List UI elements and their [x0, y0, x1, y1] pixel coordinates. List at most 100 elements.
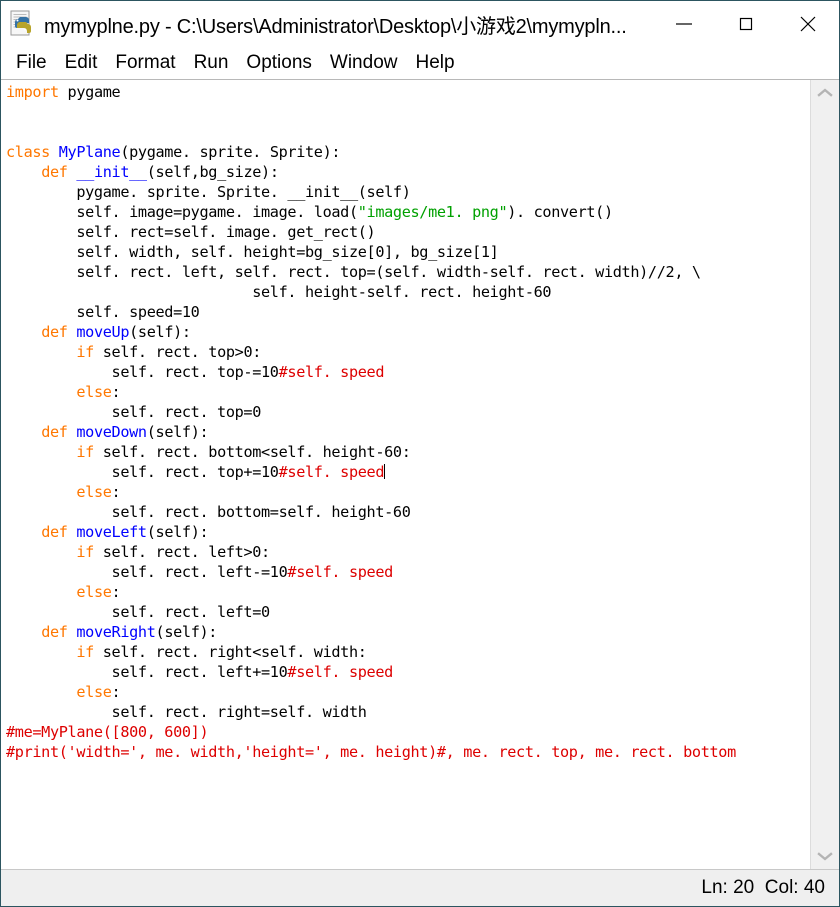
- code-token: self. rect. top>0:: [93, 343, 262, 361]
- code-line: self. rect. left-=10#self. speed: [6, 562, 810, 582]
- menu-item-options[interactable]: Options: [237, 47, 320, 79]
- vertical-scrollbar[interactable]: [810, 80, 839, 869]
- title-bar: mymyplne.py - C:\Users\Administrator\Des…: [1, 1, 839, 47]
- code-token: import: [6, 83, 59, 101]
- code-token: else: [76, 383, 112, 401]
- code-token: moveRight: [76, 623, 156, 641]
- code-token: (self,bg_size):: [146, 163, 279, 181]
- scrollbar-track[interactable]: [811, 106, 839, 843]
- code-token: self. speed=10: [6, 303, 200, 321]
- code-token: self. rect. left=0: [6, 603, 271, 621]
- code-token: self. rect. bottom=self. height-60: [6, 503, 411, 521]
- code-token: self. rect. left, self. rect. top=(self.…: [6, 263, 701, 281]
- code-token: moveUp: [76, 323, 130, 341]
- code-token: (self):: [146, 423, 209, 441]
- code-token: def: [41, 523, 77, 541]
- code-token: __init__: [76, 163, 147, 181]
- code-line: if self. rect. top>0:: [6, 342, 810, 362]
- code-line: def moveUp(self):: [6, 322, 810, 342]
- code-token: (self):: [155, 623, 218, 641]
- code-token: :: [111, 583, 121, 601]
- code-line: self. rect. left+=10#self. speed: [6, 662, 810, 682]
- code-token: self. rect. right<self. width:: [93, 643, 367, 661]
- code-token: moveLeft: [76, 523, 147, 541]
- source-code: import pygame class MyPlane(pygame. spri…: [6, 82, 810, 762]
- chevron-down-icon[interactable]: [811, 843, 839, 869]
- code-line: self. rect. left, self. rect. top=(self.…: [6, 262, 810, 282]
- menu-bar: File Edit Format Run Options Window Help: [1, 47, 839, 79]
- code-token: def: [41, 323, 77, 341]
- code-line: class MyPlane(pygame. sprite. Sprite):: [6, 142, 810, 162]
- menu-item-file[interactable]: File: [7, 47, 56, 79]
- code-token: if: [76, 343, 94, 361]
- minimize-button[interactable]: [653, 1, 715, 47]
- code-token: self. rect. top-=10: [6, 363, 279, 381]
- code-line: #print('width=', me. width,'height=', me…: [6, 742, 810, 762]
- code-line: def moveLeft(self):: [6, 522, 810, 542]
- python-file-icon: [6, 7, 40, 41]
- code-token: MyPlane: [58, 143, 121, 161]
- code-token: def: [41, 423, 77, 441]
- menu-item-window[interactable]: Window: [321, 47, 407, 79]
- code-token: self. image=pygame. image. load(: [6, 203, 358, 221]
- code-token: self. rect. left-=10: [6, 563, 288, 581]
- code-line: self. width, self. height=bg_size[0], bg…: [6, 242, 810, 262]
- code-token: else: [76, 483, 112, 501]
- maximize-button[interactable]: [715, 1, 777, 47]
- code-token: def: [41, 163, 77, 181]
- window-controls: [653, 1, 839, 47]
- code-line: def __init__(self,bg_size):: [6, 162, 810, 182]
- code-token: self. width, self. height=bg_size[0], bg…: [6, 243, 499, 261]
- code-token: if: [76, 543, 94, 561]
- code-token: pygame: [58, 83, 121, 101]
- code-token: (self):: [146, 523, 209, 541]
- code-line: else:: [6, 482, 810, 502]
- code-line: self. rect. top=0: [6, 402, 810, 422]
- editor-region: import pygame class MyPlane(pygame. spri…: [1, 79, 839, 869]
- chevron-up-icon[interactable]: [811, 80, 839, 106]
- code-line: self. rect. top+=10#self. speed: [6, 462, 810, 482]
- code-token: else: [76, 683, 112, 701]
- close-button[interactable]: [777, 1, 839, 47]
- code-token: class: [6, 143, 59, 161]
- code-token: self. rect. top+=10: [6, 463, 279, 481]
- menu-item-run[interactable]: Run: [185, 47, 238, 79]
- code-token: "images/me1. png": [357, 203, 508, 221]
- code-token: self. rect. left+=10: [6, 663, 288, 681]
- code-token: self. height-self. rect. height-60: [6, 283, 552, 301]
- code-token: self. rect. left>0:: [93, 543, 270, 561]
- menu-item-help[interactable]: Help: [406, 47, 463, 79]
- code-text-area[interactable]: import pygame class MyPlane(pygame. spri…: [1, 80, 810, 869]
- line-column-indicator: Ln: 20 Col: 40: [701, 877, 825, 898]
- menu-item-edit[interactable]: Edit: [56, 47, 107, 79]
- code-token: if: [76, 643, 94, 661]
- code-token: self. rect. bottom<self. height-60:: [93, 443, 411, 461]
- window-title: mymyplne.py - C:\Users\Administrator\Des…: [44, 15, 627, 38]
- code-line: self. rect. top-=10#self. speed: [6, 362, 810, 382]
- code-token: :: [111, 683, 121, 701]
- code-line: self. image=pygame. image. load("images/…: [6, 202, 810, 222]
- code-line: #me=MyPlane([800, 600]): [6, 722, 810, 742]
- code-token: #me=MyPlane([800, 600]): [6, 723, 209, 741]
- code-line: def moveDown(self):: [6, 422, 810, 442]
- code-line: def moveRight(self):: [6, 622, 810, 642]
- code-token: self. rect=self. image. get_rect(): [6, 223, 376, 241]
- code-token: :: [111, 483, 121, 501]
- code-token: self. rect. top=0: [6, 403, 262, 421]
- code-token: #self. speed: [278, 363, 385, 381]
- code-token: ). convert(): [507, 203, 613, 221]
- menu-item-format[interactable]: Format: [106, 47, 184, 79]
- code-line: pygame. sprite. Sprite. __init__(self): [6, 182, 810, 202]
- code-token: def: [41, 623, 77, 641]
